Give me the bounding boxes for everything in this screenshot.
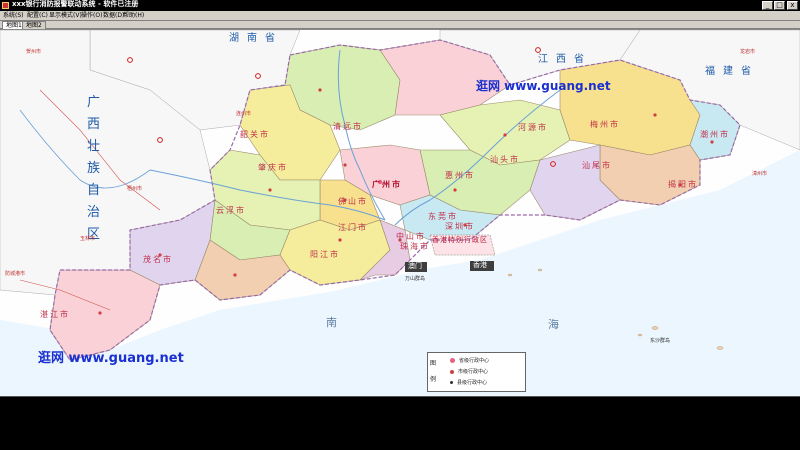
label-zhanjiang: 湛江市 bbox=[40, 310, 70, 319]
legend-dot-province bbox=[450, 358, 455, 363]
label-sea-hai: 海 bbox=[548, 318, 559, 331]
menu-data[interactable]: 数据(D) bbox=[103, 11, 124, 21]
label-hongkong: 香港 bbox=[473, 261, 487, 269]
tab-map-2[interactable]: 地图2 bbox=[22, 21, 46, 29]
label-macau: 澳门 bbox=[408, 262, 422, 270]
marker-qingyuan bbox=[343, 163, 347, 167]
map-legend: 图例 省级行政中心 市级行政中心 县级行政中心 bbox=[427, 352, 526, 392]
label-wuzhou: 梧州市 bbox=[127, 186, 143, 192]
label-meizhou: 梅州市 bbox=[590, 120, 620, 129]
label-dongsha: 东沙群岛 bbox=[650, 338, 671, 344]
marker-zhanjiang bbox=[98, 311, 102, 315]
label-hk-sar: 香港特别行政区 bbox=[432, 236, 488, 244]
legend-title: 图例 bbox=[430, 360, 437, 383]
menu-help[interactable]: 帮助(H) bbox=[123, 11, 144, 21]
label-yangjiang: 阳江市 bbox=[310, 250, 340, 259]
tab-strip: 地图1 地图2 bbox=[0, 21, 800, 29]
label-dongguan: 东莞市 bbox=[428, 212, 458, 221]
label-maoming: 茂名市 bbox=[143, 255, 173, 264]
menu-config[interactable]: 配置(C) bbox=[27, 11, 48, 21]
window-title: xxx银行消防报警联动系统 - 软件已注册 bbox=[12, 0, 139, 8]
label-heyuan: 河源市 bbox=[518, 123, 548, 132]
label-longyan: 龙岩市 bbox=[740, 49, 756, 55]
label-fangchenggang: 防城港市 bbox=[5, 271, 26, 277]
menu-operate[interactable]: 操作(O) bbox=[81, 11, 102, 21]
minimize-button[interactable]: _ bbox=[762, 1, 773, 10]
marker-jiangmen bbox=[338, 238, 342, 242]
label-huizhou: 惠州市 bbox=[445, 171, 475, 180]
marker-huizhou bbox=[453, 188, 457, 192]
watermark-bottom: 逛网 www.guang.net bbox=[38, 351, 184, 366]
log-panel[interactable] bbox=[0, 396, 800, 450]
marker-meizhou bbox=[653, 113, 657, 117]
marker-heyuan bbox=[503, 133, 507, 137]
watermark-top: 逛网 www.guang.net bbox=[476, 79, 611, 93]
label-jiangxi: 江西省 bbox=[538, 54, 592, 65]
legend-dot-city bbox=[450, 369, 454, 374]
label-sea-nan: 南 bbox=[326, 316, 337, 329]
marker-chaozhou bbox=[710, 140, 714, 144]
close-button[interactable]: x bbox=[787, 1, 798, 10]
label-hunan: 湖南省 bbox=[229, 33, 283, 44]
label-jiangmen: 江门市 bbox=[338, 223, 368, 232]
label-zhuhai: 珠海市 bbox=[400, 242, 430, 251]
label-yulin: 玉林市 bbox=[80, 236, 96, 242]
marker-yangjiang bbox=[233, 273, 237, 277]
map-canvas[interactable] bbox=[0, 30, 800, 396]
app-icon bbox=[2, 2, 9, 9]
label-hezhou: 贺州市 bbox=[26, 49, 42, 55]
label-yunfu: 云浮市 bbox=[216, 206, 246, 215]
legend-row-city: 市级行政中心 bbox=[450, 367, 488, 377]
legend-dot-county bbox=[450, 381, 453, 384]
maximize-button[interactable]: □ bbox=[774, 1, 785, 10]
label-zhangzhou: 漳州市 bbox=[752, 171, 768, 177]
label-zhongshan: 中山市 bbox=[396, 232, 426, 241]
label-jieyang: 揭阳市 bbox=[668, 180, 698, 189]
label-guangxi: 广西壮族自治区 bbox=[87, 95, 101, 242]
legend-row-county: 县级行政中心 bbox=[450, 378, 487, 388]
menu-bar: 系统(S) 配置(C) 显示模式(V) 操作(O) 数据(D) 帮助(H) bbox=[0, 11, 800, 21]
legend-label-city: 市级行政中心 bbox=[458, 369, 489, 375]
legend-row-province: 省级行政中心 bbox=[450, 356, 489, 366]
label-wanshan: 万山群岛 bbox=[405, 276, 426, 282]
title-bar[interactable]: xxx银行消防报警联动系统 - 软件已注册 _ □ x bbox=[0, 0, 800, 11]
menu-view-mode[interactable]: 显示模式(V) bbox=[49, 11, 82, 21]
label-shanwei: 汕尾市 bbox=[582, 161, 612, 170]
label-fujian: 福建省 bbox=[705, 66, 759, 77]
label-foshan: 佛山市 bbox=[338, 197, 368, 206]
map-view[interactable]: 湖南省 江西省 福建省 广西壮族自治区 清远市 河源市 梅州市 潮州市 汕尾市 … bbox=[0, 29, 800, 396]
legend-label-county: 县级行政中心 bbox=[457, 380, 488, 386]
label-chaozhou: 潮州市 bbox=[700, 130, 730, 139]
menu-system[interactable]: 系统(S) bbox=[3, 11, 24, 21]
marker-shaoguan bbox=[318, 88, 322, 92]
label-zhaoqing: 肇庆市 bbox=[258, 163, 288, 172]
label-qingyuan: 清远市 bbox=[333, 122, 363, 131]
app-window: xxx银行消防报警联动系统 - 软件已注册 _ □ x 系统(S) 配置(C) … bbox=[0, 0, 800, 450]
label-shenzhen: 深圳市 bbox=[445, 222, 475, 231]
label-shantou: 汕头市 bbox=[490, 155, 520, 164]
marker-zhaoqing bbox=[268, 188, 272, 192]
label-shaoguan: 韶关市 bbox=[240, 130, 270, 139]
legend-label-province: 省级行政中心 bbox=[459, 358, 490, 364]
label-lianzhou: 连州市 bbox=[236, 111, 252, 117]
label-guangzhou: 广州市 bbox=[372, 180, 402, 189]
